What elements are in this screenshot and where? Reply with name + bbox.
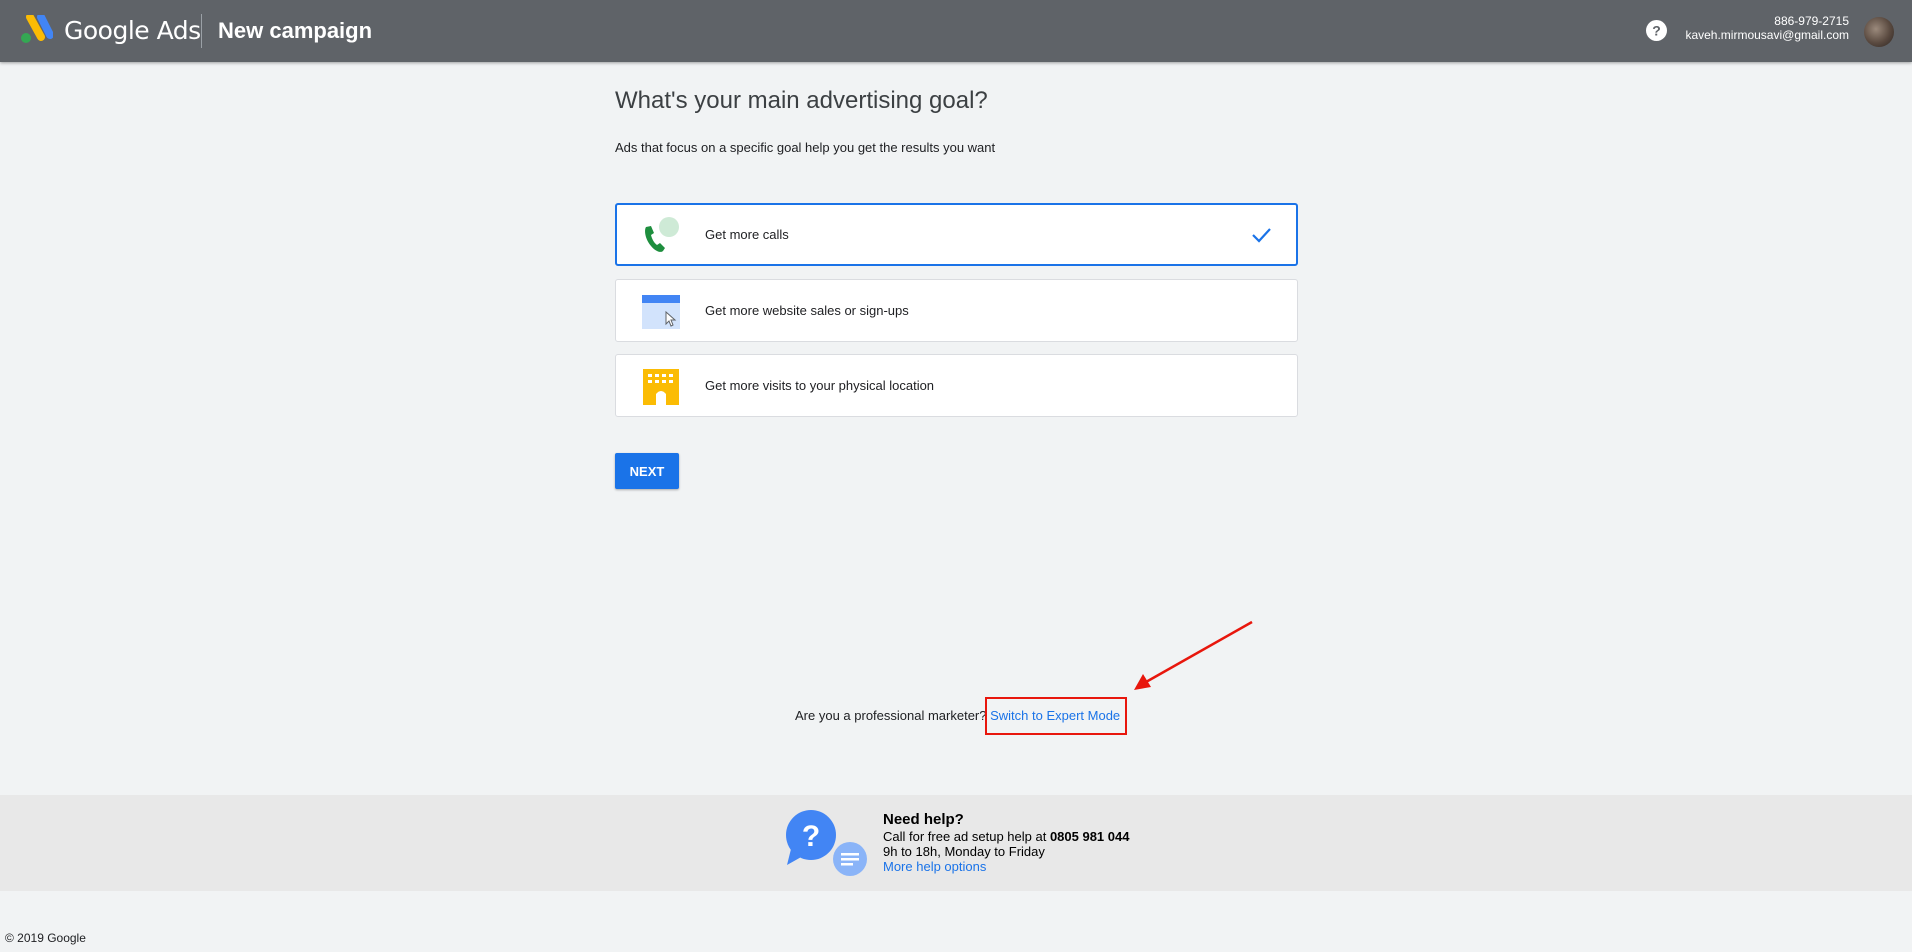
google-ads-logo-icon[interactable] bbox=[19, 15, 53, 45]
help-call-line: Call for free ad setup help at 0805 981 … bbox=[883, 829, 1129, 844]
help-chat-icon: ? bbox=[786, 810, 867, 876]
page-title: New campaign bbox=[218, 18, 373, 43]
help-phone-number: 0805 981 044 bbox=[1049, 829, 1130, 844]
account-email: kaveh.mirmousavi@gmail.com bbox=[1685, 28, 1849, 42]
annotation-arrow-icon bbox=[1134, 620, 1253, 690]
phone-call-icon bbox=[645, 217, 679, 252]
more-help-options-link[interactable]: More help options bbox=[883, 859, 986, 874]
avatar[interactable] bbox=[1864, 17, 1894, 47]
top-bar: Google Ads New campaign ? 886-979-2715 k… bbox=[0, 0, 1912, 62]
help-text-block: Need help? Call for free ad setup help a… bbox=[883, 811, 1129, 874]
header-divider bbox=[201, 14, 202, 48]
highlight-box bbox=[985, 697, 1127, 735]
next-button[interactable]: NEXT bbox=[615, 453, 679, 489]
store-building-icon bbox=[643, 369, 679, 405]
goal-option-label: Get more visits to your physical locatio… bbox=[705, 378, 935, 393]
help-title: Need help? bbox=[883, 811, 964, 828]
help-icon[interactable]: ? bbox=[1646, 20, 1667, 41]
account-info[interactable]: 886-979-2715 kaveh.mirmousavi@gmail.com bbox=[1685, 14, 1849, 42]
svg-text:?: ? bbox=[1652, 23, 1661, 39]
goal-option-calls[interactable]: Get more calls bbox=[615, 203, 1298, 266]
website-cursor-icon bbox=[642, 295, 680, 329]
help-hours: 9h to 18h, Monday to Friday bbox=[883, 844, 1045, 859]
brand-name[interactable]: Google Ads bbox=[64, 16, 201, 45]
goal-option-website[interactable]: Get more website sales or sign-ups bbox=[615, 279, 1298, 342]
goal-heading: What's your main advertising goal? bbox=[615, 87, 988, 114]
copyright: © 2019 Google bbox=[5, 931, 86, 945]
check-icon bbox=[1252, 228, 1271, 243]
svg-text:?: ? bbox=[802, 820, 820, 853]
goal-option-location[interactable]: Get more visits to your physical locatio… bbox=[615, 354, 1298, 417]
account-phone: 886-979-2715 bbox=[1774, 14, 1849, 28]
expert-mode-prompt: Are you a professional marketer? bbox=[795, 708, 987, 723]
help-call-prefix: Call for free ad setup help at bbox=[883, 829, 1050, 844]
goal-subtitle: Ads that focus on a specific goal help y… bbox=[615, 140, 996, 155]
goal-option-label: Get more calls bbox=[705, 227, 789, 242]
goal-option-label: Get more website sales or sign-ups bbox=[705, 303, 909, 318]
